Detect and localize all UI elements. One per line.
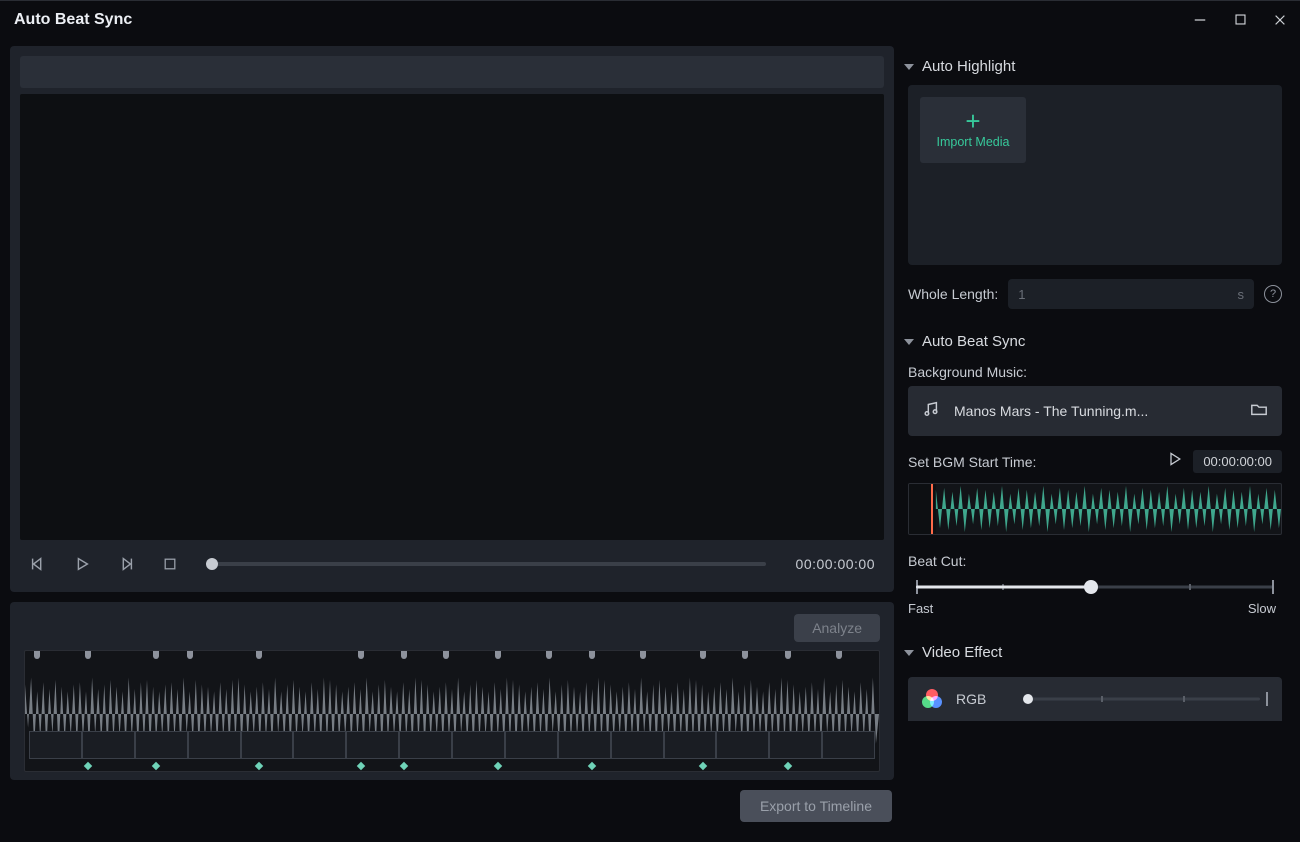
slider-knob[interactable] — [1023, 694, 1033, 704]
whole-length-unit: s — [1238, 287, 1245, 302]
section-title: Auto Highlight — [922, 58, 1015, 75]
music-icon — [922, 400, 940, 423]
bgm-waveform[interactable] — [908, 483, 1282, 535]
title-bar: Auto Beat Sync — [0, 0, 1300, 38]
chevron-down-icon — [904, 62, 914, 72]
video-effect-label: RGB — [956, 691, 986, 707]
window-title: Auto Beat Sync — [14, 11, 132, 29]
bgm-start-time[interactable]: 00:00:00:00 — [1193, 450, 1282, 473]
video-effect-slider[interactable] — [1018, 691, 1268, 707]
folder-icon[interactable] — [1250, 400, 1268, 423]
video-effect-item[interactable]: RGB — [908, 677, 1282, 721]
bgm-track-box: Manos Mars - The Tunning.m... — [908, 386, 1282, 436]
stop-icon[interactable] — [158, 552, 182, 576]
whole-length-value: 1 — [1018, 287, 1025, 302]
progress-slider[interactable] — [212, 562, 766, 566]
whole-length-label: Whole Length: — [908, 286, 998, 302]
next-frame-icon[interactable] — [114, 552, 138, 576]
section-title: Auto Beat Sync — [922, 333, 1025, 350]
transport-bar: 00:00:00:00 — [20, 546, 884, 582]
video-preview — [20, 94, 884, 540]
help-icon[interactable]: ? — [1264, 285, 1282, 303]
timecode: 00:00:00:00 — [796, 556, 875, 572]
section-auto-beat-sync[interactable]: Auto Beat Sync — [902, 323, 1282, 360]
import-media-label: Import Media — [937, 135, 1010, 149]
bgm-start-label: Set BGM Start Time: — [908, 454, 1036, 470]
chevron-down-icon — [904, 648, 914, 658]
beat-cut-label: Beat Cut: — [908, 553, 1282, 569]
slider-knob[interactable] — [1084, 580, 1098, 594]
bgm-track-name: Manos Mars - The Tunning.m... — [954, 403, 1236, 419]
sidebar-scroll[interactable]: Auto Highlight + Import Media Whole Leng… — [902, 48, 1292, 832]
analyze-button[interactable]: Analyze — [794, 614, 880, 642]
prev-frame-icon[interactable] — [26, 552, 50, 576]
beat-segments — [29, 731, 875, 759]
chevron-down-icon — [904, 337, 914, 347]
bgm-play-icon[interactable] — [1167, 451, 1183, 472]
fast-label: Fast — [908, 601, 933, 616]
export-button[interactable]: Export to Timeline — [740, 790, 892, 822]
rgb-icon — [922, 689, 942, 709]
progress-knob[interactable] — [206, 558, 218, 570]
preview-panel: 00:00:00:00 — [10, 46, 894, 592]
plus-icon: + — [965, 111, 980, 131]
slow-label: Slow — [1248, 601, 1276, 616]
beat-cut-slider[interactable] — [908, 579, 1282, 595]
section-title: Video Effect — [922, 644, 1002, 661]
section-auto-highlight[interactable]: Auto Highlight — [902, 48, 1282, 85]
preview-header — [20, 56, 884, 88]
beat-waveform[interactable] — [24, 650, 880, 772]
import-dropzone[interactable]: + Import Media — [908, 85, 1282, 265]
play-icon[interactable] — [70, 552, 94, 576]
bgm-label: Background Music: — [908, 364, 1282, 380]
import-media-button[interactable]: + Import Media — [920, 97, 1026, 163]
window-controls — [1192, 12, 1288, 28]
beats-panel: Analyze — [10, 602, 894, 780]
close-icon[interactable] — [1272, 12, 1288, 28]
section-video-effect[interactable]: Video Effect — [902, 634, 1282, 671]
maximize-icon[interactable] — [1232, 12, 1248, 28]
minimize-icon[interactable] — [1192, 12, 1208, 28]
whole-length-input[interactable]: 1 s — [1008, 279, 1254, 309]
bgm-cursor[interactable] — [931, 484, 933, 534]
